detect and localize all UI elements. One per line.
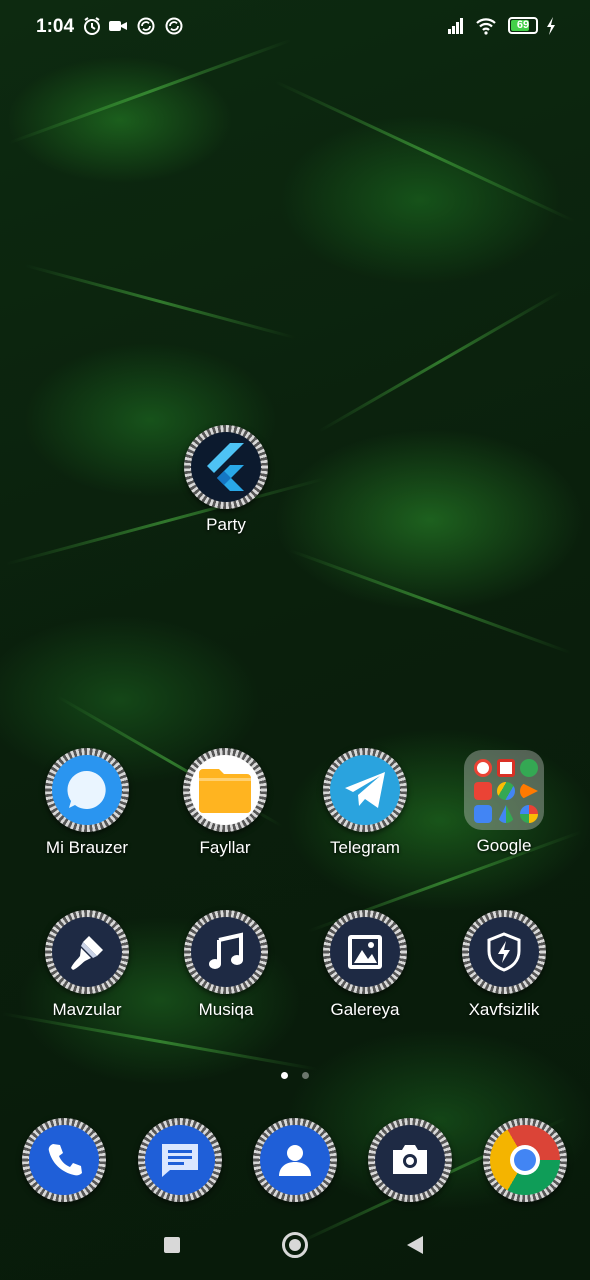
app-party[interactable]: Party xyxy=(161,425,291,535)
folder-icon xyxy=(190,755,260,825)
chrome-icon xyxy=(490,1125,560,1195)
page-dot-active xyxy=(280,1072,288,1079)
app-mi-brauzer[interactable]: Mi Brauzer xyxy=(22,748,152,858)
dock-camera[interactable] xyxy=(345,1118,475,1202)
battery-level: 69 xyxy=(516,19,530,31)
camera-icon xyxy=(375,1125,445,1195)
message-icon xyxy=(145,1125,215,1195)
recents-square-icon[interactable] xyxy=(163,1236,181,1254)
battery-icon: 69 xyxy=(508,17,538,34)
phone-icon xyxy=(29,1125,99,1195)
app-label: Galereya xyxy=(330,1000,400,1019)
dock-messages[interactable] xyxy=(115,1118,245,1202)
paintbrush-icon xyxy=(52,917,122,987)
shield-bolt-icon xyxy=(469,917,539,987)
app-telegram[interactable]: Telegram xyxy=(300,748,430,858)
page-dot xyxy=(302,1072,310,1079)
app-label: Party xyxy=(206,515,246,534)
clock: 1:04 xyxy=(36,16,75,37)
dock-chrome[interactable] xyxy=(460,1118,590,1202)
app-label: Mavzular xyxy=(52,1000,122,1019)
sync-icon xyxy=(137,17,155,35)
app-label: Fayllar xyxy=(199,838,251,857)
folder-google[interactable]: Google xyxy=(439,750,569,856)
wifi-icon xyxy=(476,18,496,35)
video-camera-icon xyxy=(109,21,127,31)
home-circle-icon[interactable] xyxy=(281,1231,309,1259)
sync-icon xyxy=(165,17,183,35)
app-musiqa[interactable]: Musiqa xyxy=(161,910,291,1020)
folder-google-icon xyxy=(464,750,544,830)
browser-bubble-icon xyxy=(52,755,122,825)
app-label: Google xyxy=(476,836,532,855)
app-galereya[interactable]: Galereya xyxy=(300,910,430,1020)
app-label: Telegram xyxy=(330,838,400,857)
music-note-icon xyxy=(191,917,261,987)
navigation-bar xyxy=(0,1225,590,1265)
person-icon xyxy=(260,1125,330,1195)
app-xavfsizlik[interactable]: Xavfsizlik xyxy=(439,910,569,1020)
dock-phone[interactable] xyxy=(0,1118,129,1202)
app-mavzular[interactable]: Mavzular xyxy=(22,910,152,1020)
status-bar: 1:04 69 xyxy=(0,0,590,52)
app-label: Mi Brauzer xyxy=(45,838,129,857)
app-fayllar[interactable]: Fayllar xyxy=(160,748,290,858)
signal-icon xyxy=(448,18,463,34)
dock-contacts[interactable] xyxy=(230,1118,360,1202)
paper-plane-icon xyxy=(330,755,400,825)
app-label: Musiqa xyxy=(198,1000,254,1019)
image-icon xyxy=(330,917,400,987)
flutter-icon xyxy=(191,432,261,502)
page-indicator xyxy=(0,1066,590,1084)
alarm-icon xyxy=(84,17,100,35)
app-label: Xavfsizlik xyxy=(468,1000,540,1019)
back-triangle-icon[interactable] xyxy=(405,1235,425,1255)
charging-icon xyxy=(547,17,555,35)
wallpaper xyxy=(0,0,590,1280)
